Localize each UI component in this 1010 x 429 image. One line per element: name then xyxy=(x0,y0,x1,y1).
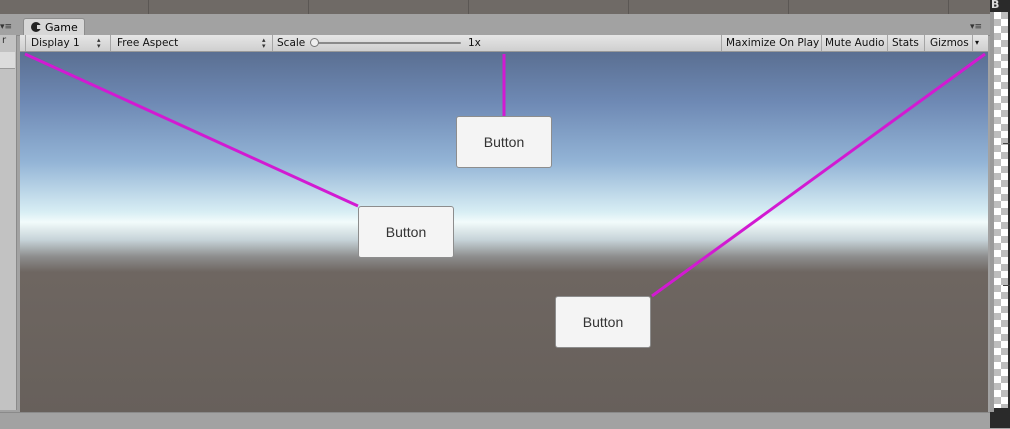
mute-audio-toggle[interactable]: Mute Audio xyxy=(825,35,884,51)
panel-menu-icon[interactable]: ▾≡ xyxy=(0,22,12,32)
checkerboard-preview xyxy=(994,12,1008,408)
debug-line-left xyxy=(24,52,359,208)
game-viewport[interactable]: Button Button Button xyxy=(20,52,988,412)
display-dropdown-arrows-icon: ▴ ▾ xyxy=(97,36,101,50)
divider xyxy=(468,0,469,14)
gizmos-dropdown-arrow-icon[interactable]: ▾ xyxy=(975,35,979,51)
game-button-top[interactable]: Button xyxy=(456,116,552,168)
ruler-tick xyxy=(1003,285,1010,286)
panel-options-icon[interactable]: ▾≡ xyxy=(970,22,982,32)
panel-scrollbar[interactable] xyxy=(990,12,994,412)
divider xyxy=(628,0,629,14)
debug-line-right xyxy=(651,52,986,298)
aspect-dropdown[interactable]: Free Aspect xyxy=(117,35,178,51)
scale-slider-track[interactable] xyxy=(316,42,461,44)
tab-row: ▾≡ Game ▾≡ xyxy=(0,14,990,36)
divider xyxy=(308,0,309,14)
gizmos-toggle[interactable]: Gizmos xyxy=(930,35,969,51)
ruler-tick xyxy=(1003,143,1010,144)
game-tab-icon xyxy=(31,22,42,32)
divider xyxy=(948,0,949,14)
panel-label: B xyxy=(991,0,1000,11)
scale-slider-thumb[interactable] xyxy=(310,38,319,47)
maximize-on-play-toggle[interactable]: Maximize On Play xyxy=(726,35,819,51)
divider xyxy=(148,0,149,14)
scale-label: Scale xyxy=(277,37,306,49)
stats-toggle[interactable]: Stats xyxy=(892,35,919,51)
tab-title: Game xyxy=(45,20,78,34)
game-button-bottom[interactable]: Button xyxy=(555,296,651,348)
display-dropdown[interactable]: Display 1 xyxy=(31,35,80,51)
debug-lines xyxy=(24,52,986,298)
game-button-middle[interactable]: Button xyxy=(358,206,454,258)
collapse-icon[interactable]: r xyxy=(2,35,6,46)
game-view-toolbar: Display 1 ▴ ▾ Free Aspect ▴ ▾ Scale 1x Max… xyxy=(20,35,988,52)
left-panel-field[interactable] xyxy=(0,52,15,69)
left-panel-edge: r xyxy=(0,35,17,410)
aspect-dropdown-arrows-icon: ▴ ▾ xyxy=(262,36,266,50)
scale-value: 1x xyxy=(468,37,481,49)
top-panel-strip xyxy=(0,0,990,14)
status-bar xyxy=(0,412,990,429)
tab-game[interactable]: Game xyxy=(23,18,85,35)
divider xyxy=(788,0,789,14)
